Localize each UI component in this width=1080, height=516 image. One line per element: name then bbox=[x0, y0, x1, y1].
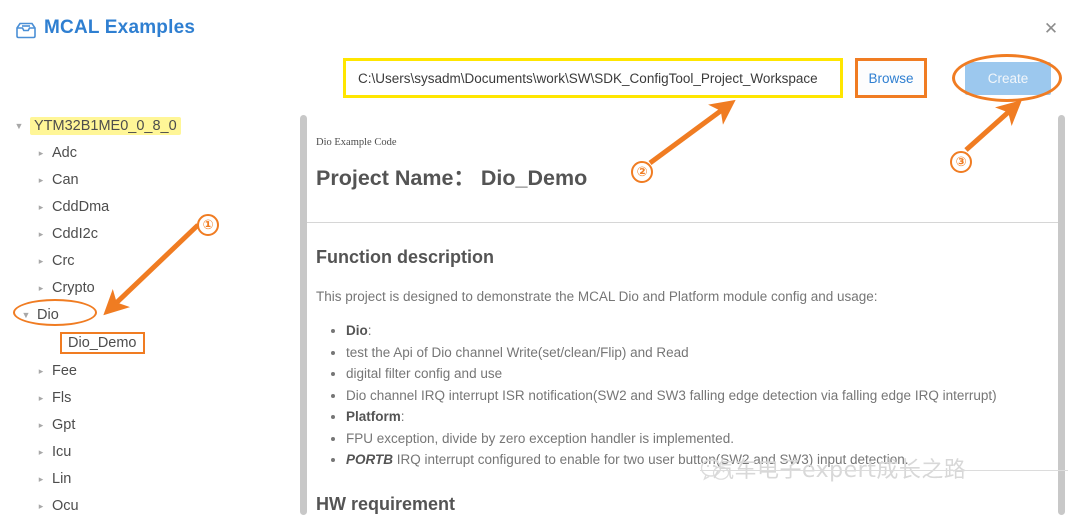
panel-scrollbar-left[interactable] bbox=[300, 115, 307, 515]
list-item-text: digital filter config and use bbox=[346, 366, 503, 381]
page-title: MCAL Examples bbox=[44, 17, 196, 38]
tree-root-label: YTM32B1ME0_0_8_0 bbox=[30, 116, 181, 135]
app-window: MCAL Examples ✕ C:\Users\sysadm\Document… bbox=[0, 0, 1080, 516]
sidebar-item-can[interactable]: ▸ Can bbox=[0, 166, 292, 193]
list-item: Dio: bbox=[346, 320, 997, 342]
sidebar-item-icu[interactable]: ▸ Icu bbox=[0, 438, 292, 465]
inbox-tray-icon bbox=[15, 22, 37, 39]
workspace-path-field[interactable]: C:\Users\sysadm\Documents\work\SW\SDK_Co… bbox=[343, 58, 843, 98]
chevron-right-icon[interactable]: ▸ bbox=[35, 500, 47, 512]
list-item-text: : bbox=[367, 323, 372, 338]
doc-section-function-description: Function description bbox=[316, 247, 494, 267]
chevron-right-icon[interactable]: ▸ bbox=[35, 282, 47, 294]
doc-title: Project Name： Dio_Demo bbox=[316, 166, 588, 190]
sidebar-item-dio[interactable]: ▼ Dio bbox=[0, 299, 292, 328]
callout-marker-3: ③ bbox=[950, 151, 972, 173]
tree-item-label: Gpt bbox=[52, 416, 76, 433]
sidebar-item-fee[interactable]: ▸ Fee bbox=[0, 357, 292, 384]
list-item-text: Dio channel IRQ interrupt ISR notificati… bbox=[346, 387, 997, 403]
chevron-right-icon[interactable]: ▸ bbox=[35, 365, 47, 377]
tree-item-label: Crc bbox=[52, 252, 75, 269]
list-item: Platform: bbox=[346, 406, 997, 428]
tree-item-label: Crypto bbox=[52, 279, 95, 296]
sidebar-item-gpt[interactable]: ▸ Gpt bbox=[0, 411, 292, 438]
tree-item-label: Fee bbox=[52, 362, 77, 379]
list-item-strong: PORTB bbox=[346, 452, 394, 467]
chevron-right-icon[interactable]: ▸ bbox=[35, 473, 47, 485]
list-item-strong: Dio bbox=[346, 323, 368, 338]
list-item: digital filter config and use bbox=[346, 363, 997, 385]
tree-item-label: Dio bbox=[37, 306, 59, 323]
tree-item-label: Dio_Demo bbox=[60, 331, 145, 354]
callout-marker-1: ① bbox=[197, 214, 219, 236]
close-icon[interactable]: ✕ bbox=[1038, 16, 1064, 42]
watermark-text: 汽车电子expert成长之路 bbox=[712, 458, 967, 483]
workspace-path-value[interactable]: C:\Users\sysadm\Documents\work\SW\SDK_Co… bbox=[354, 71, 832, 86]
doc-kicker: Dio Example Code bbox=[316, 137, 397, 148]
tree-item-label: Ocu bbox=[52, 497, 79, 514]
doc-bullet-list: Dio: test the Api of Dio channel Write(s… bbox=[316, 320, 997, 471]
browse-button[interactable]: Browse bbox=[868, 71, 913, 86]
tree-item-label: CddDma bbox=[52, 198, 110, 215]
list-item-text: : bbox=[400, 409, 405, 424]
sidebar-item-fls[interactable]: ▸ Fls bbox=[0, 384, 292, 411]
tree-item-label: Lin bbox=[52, 470, 72, 487]
list-item: FPU exception, divide by zero exception … bbox=[346, 428, 997, 450]
chevron-right-icon[interactable]: ▸ bbox=[35, 392, 47, 404]
chevron-right-icon[interactable]: ▸ bbox=[35, 419, 47, 431]
doc-divider bbox=[307, 222, 1058, 223]
chevron-right-icon[interactable]: ▸ bbox=[35, 174, 47, 186]
sidebar-item-adc[interactable]: ▸ Adc bbox=[0, 139, 292, 166]
watermark-strikethrough bbox=[700, 470, 1068, 471]
list-item-text: test the Api of Dio channel Write(set/cl… bbox=[346, 344, 689, 360]
sidebar-item-cdddma[interactable]: ▸ CddDma bbox=[0, 193, 292, 220]
chevron-down-icon[interactable]: ▼ bbox=[20, 309, 32, 321]
sidebar-item-lin[interactable]: ▸ Lin bbox=[0, 465, 292, 492]
chevron-right-icon[interactable]: ▸ bbox=[35, 201, 47, 213]
doc-section-hw-requirement: HW requirement bbox=[316, 494, 456, 514]
sidebar-item-crypto[interactable]: ▸ Crypto bbox=[0, 274, 292, 301]
chevron-right-icon[interactable]: ▸ bbox=[35, 228, 47, 240]
list-item: Dio channel IRQ interrupt ISR notificati… bbox=[346, 385, 997, 407]
chevron-right-icon[interactable]: ▸ bbox=[35, 446, 47, 458]
list-item: test the Api of Dio channel Write(set/cl… bbox=[346, 342, 997, 364]
browse-button-highlight: Browse bbox=[855, 58, 927, 98]
sidebar-item-crc[interactable]: ▸ Crc bbox=[0, 247, 292, 274]
panel-scrollbar-right[interactable] bbox=[1058, 115, 1065, 515]
create-button[interactable]: Create bbox=[965, 62, 1051, 95]
list-item-text: FPU exception, divide by zero exception … bbox=[346, 430, 734, 446]
tree-item-label: CddI2c bbox=[52, 225, 98, 242]
list-item-strong: Platform bbox=[346, 409, 401, 424]
tree-item-label: Adc bbox=[52, 144, 77, 161]
sidebar-item-cddi2c[interactable]: ▸ CddI2c bbox=[0, 220, 292, 247]
tree-item-label: Can bbox=[52, 171, 79, 188]
example-tree: ▼ YTM32B1ME0_0_8_0 ▸ Adc ▸ Can ▸ CddDma … bbox=[0, 112, 292, 516]
callout-marker-2: ② bbox=[631, 161, 653, 183]
doc-intro-paragraph: This project is designed to demonstrate … bbox=[316, 289, 878, 304]
sidebar-item-dio-demo[interactable]: Dio_Demo bbox=[0, 328, 292, 357]
chevron-right-icon[interactable]: ▸ bbox=[35, 255, 47, 267]
sidebar-item-ocu[interactable]: ▸ Ocu bbox=[0, 492, 292, 516]
tree-item-label: Icu bbox=[52, 443, 72, 460]
tree-item-label: Fls bbox=[52, 389, 72, 406]
chevron-down-icon[interactable]: ▼ bbox=[13, 120, 25, 132]
chevron-right-icon[interactable]: ▸ bbox=[35, 147, 47, 159]
tree-root-item[interactable]: ▼ YTM32B1ME0_0_8_0 bbox=[0, 112, 292, 139]
